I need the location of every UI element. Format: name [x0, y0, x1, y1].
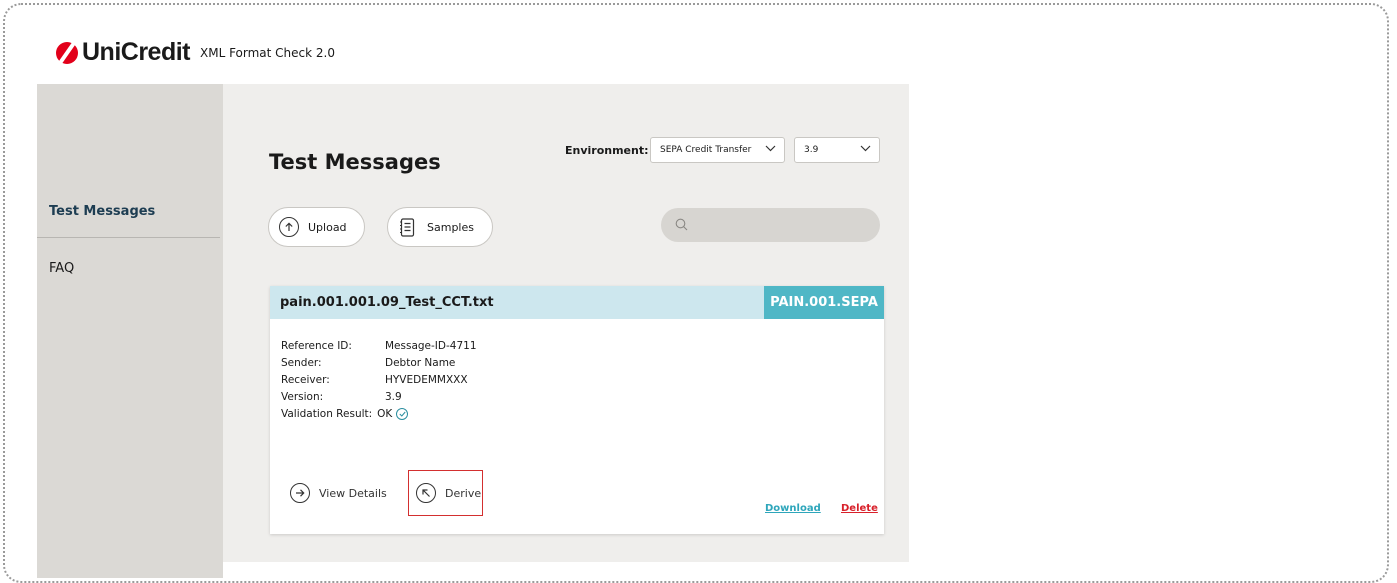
arrow-up-left-circle-icon: [416, 483, 436, 503]
unicredit-logo: UniCredit: [56, 38, 191, 67]
metadata-key: Validation Result:: [281, 407, 373, 420]
samples-button[interactable]: Samples: [387, 207, 493, 247]
metadata-key: Sender:: [281, 356, 322, 369]
version-select-value: 3.9: [804, 145, 819, 155]
search-bar[interactable]: [661, 208, 880, 242]
check-circle-icon: [396, 407, 409, 420]
metadata-key: Receiver:: [281, 373, 330, 386]
delete-link[interactable]: Delete: [841, 503, 878, 514]
app-title: XML Format Check 2.0: [200, 46, 335, 60]
message-card-header: pain.001.001.09_Test_CCT.txt PAIN.001.SE…: [270, 286, 884, 319]
search-input[interactable]: [694, 217, 868, 233]
chevron-down-icon: [860, 144, 871, 155]
metadata-key: Reference ID:: [281, 339, 352, 352]
metadata-value: 3.9: [385, 390, 402, 403]
sidebar-divider: [37, 237, 220, 238]
upload-label: Upload: [308, 220, 347, 234]
metadata-value: HYVEDEMMXXX: [385, 373, 468, 386]
metadata-row: Receiver: HYVEDEMMXXX: [281, 371, 477, 388]
metadata-row: Validation Result: OK: [281, 405, 477, 422]
message-card: pain.001.001.09_Test_CCT.txt PAIN.001.SE…: [270, 286, 884, 534]
version-select[interactable]: 3.9: [794, 137, 880, 163]
arrow-up-circle-icon: [279, 217, 299, 237]
metadata-value: Debtor Name: [385, 356, 456, 369]
view-details-label: View Details: [319, 486, 387, 500]
brand-name: UniCredit: [82, 38, 191, 66]
sidebar-item-faq[interactable]: FAQ: [49, 261, 74, 276]
metadata-row: Sender: Debtor Name: [281, 354, 477, 371]
message-metadata: Reference ID: Message-ID-4711 Sender: De…: [281, 337, 477, 422]
search-icon: [675, 216, 688, 235]
metadata-key: Version:: [281, 390, 324, 403]
validation-result-value: OK: [377, 407, 393, 420]
page-title: Test Messages: [269, 150, 441, 174]
environment-select-value: SEPA Credit Transfer: [660, 145, 752, 155]
view-details-button[interactable]: View Details: [290, 483, 387, 503]
message-type-badge: PAIN.001.SEPA: [764, 286, 884, 319]
metadata-value: Message-ID-4711: [385, 339, 477, 352]
document-list-icon: [398, 217, 416, 237]
message-filename: pain.001.001.09_Test_CCT.txt: [280, 295, 494, 310]
metadata-row: Version: 3.9: [281, 388, 477, 405]
main-panel: Test Messages Environment: SEPA Credit T…: [223, 84, 909, 562]
unicredit-logo-icon: [56, 41, 78, 64]
sidebar: Test Messages FAQ: [37, 84, 223, 578]
arrow-right-circle-icon: [290, 483, 310, 503]
derive-button[interactable]: Derive: [416, 483, 481, 503]
metadata-row: Reference ID: Message-ID-4711: [281, 337, 477, 354]
upload-button[interactable]: Upload: [268, 207, 365, 247]
environment-select[interactable]: SEPA Credit Transfer: [650, 137, 785, 163]
chevron-down-icon: [765, 144, 776, 155]
environment-label: Environment:: [565, 144, 649, 157]
download-link[interactable]: Download: [765, 503, 821, 514]
samples-label: Samples: [427, 220, 474, 234]
sidebar-item-test-messages[interactable]: Test Messages: [49, 204, 155, 219]
derive-label: Derive: [445, 486, 482, 500]
